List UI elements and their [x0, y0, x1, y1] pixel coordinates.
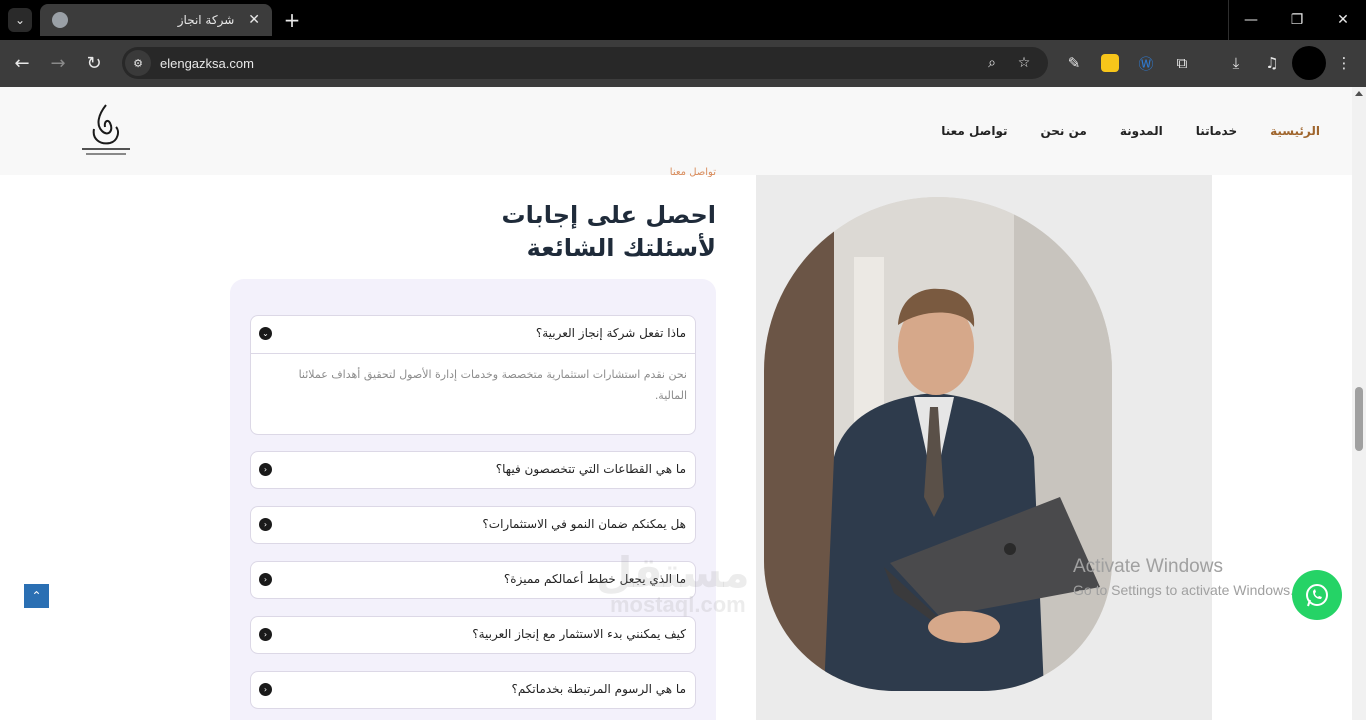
whatsapp-icon — [1306, 584, 1328, 607]
activate-windows-subtitle: Go to Settings to activate Windows. — [1073, 582, 1294, 598]
wordpress-extension-icon[interactable]: Ⓦ — [1134, 51, 1158, 75]
chevron-up-icon: ⌃ — [31, 589, 42, 603]
chevron-right-icon[interactable]: › — [259, 683, 272, 696]
new-tab-button[interactable]: + — [280, 8, 304, 32]
page-viewport: الرئيسية خدماتنا المدونة من نحن تواصل مع… — [0, 87, 1352, 720]
main-nav: الرئيسية خدماتنا المدونة من نحن تواصل مع… — [941, 124, 1320, 138]
forward-arrow-icon[interactable]: → — [45, 50, 71, 76]
address-bar[interactable]: ⚙ elengazksa.com ⌕ ☆ — [122, 47, 1048, 79]
chevron-right-icon[interactable]: › — [259, 518, 272, 531]
activate-windows-title: Activate Windows — [1073, 556, 1223, 577]
chevron-right-icon[interactable]: › — [259, 573, 272, 586]
faq-item-open[interactable]: ماذا تفعل شركة إنجاز العربية؟ ⌄ نحن نقدم… — [250, 315, 696, 435]
businessman-photo — [764, 197, 1112, 691]
whatsapp-button[interactable] — [1292, 570, 1342, 620]
close-window-button[interactable]: ✕ — [1320, 0, 1366, 40]
reload-icon[interactable]: ↻ — [81, 50, 107, 76]
zoom-icon[interactable]: ⌕ — [982, 53, 1002, 73]
site-info-icon[interactable]: ⚙ — [125, 50, 151, 76]
back-arrow-icon[interactable]: ← — [9, 50, 35, 76]
minimize-button[interactable]: — — [1228, 0, 1274, 40]
site-header: الرئيسية خدماتنا المدونة من نحن تواصل مع… — [0, 87, 1352, 175]
faq-item-header[interactable]: ماذا تفعل شركة إنجاز العربية؟ ⌄ — [251, 316, 695, 354]
mostaql-watermark-url: mostaql.com — [610, 592, 746, 617]
yellow-extension-icon[interactable] — [1098, 51, 1122, 75]
chevron-right-icon[interactable]: › — [259, 628, 272, 641]
download-icon[interactable]: ⤓ — [1224, 51, 1248, 75]
more-menu-icon[interactable]: ⋮ — [1332, 51, 1356, 75]
nav-blog[interactable]: المدونة — [1120, 124, 1163, 138]
faq-title-line-1: احصل على إجابات — [501, 201, 716, 229]
scroll-up-arrow-icon[interactable] — [1355, 91, 1363, 96]
faq-panel: ماذا تفعل شركة إنجاز العربية؟ ⌄ نحن نقدم… — [230, 279, 716, 720]
url-text[interactable]: elengazksa.com — [160, 56, 254, 71]
faq-answer: نحن نقدم استشارات استثمارية متخصصة وخدما… — [298, 368, 687, 402]
activate-windows-notice: Activate Windows Go to Settings to activ… — [1073, 556, 1294, 598]
globe-icon — [52, 12, 68, 28]
tab-title: شركة انجاز — [177, 13, 235, 27]
company-logo[interactable] — [78, 101, 134, 159]
browser-tabstrip: ⌄ شركة انجاز ✕ + — ❐ ✕ — [0, 0, 1366, 40]
bookmark-star-icon[interactable]: ☆ — [1014, 53, 1034, 73]
faq-section-title: احصل على إجابات لأسئلتك الشائعة — [296, 199, 716, 265]
pen-extension-icon[interactable]: ✎ — [1062, 51, 1086, 75]
section-tag: تواصل معنا — [669, 167, 716, 177]
faq-question: ما هي الرسوم المرتبطة بخدماتكم؟ — [511, 682, 686, 696]
faq-question: ماذا تفعل شركة إنجاز العربية؟ — [535, 326, 686, 340]
nav-services[interactable]: خدماتنا — [1196, 124, 1237, 138]
faq-item[interactable]: ما هي الرسوم المرتبطة بخدماتكم؟ › — [250, 671, 696, 709]
faq-item[interactable]: كيف يمكنني بدء الاستثمار مع إنجاز العربي… — [250, 616, 696, 654]
faq-question: كيف يمكنني بدء الاستثمار مع إنجاز العربي… — [472, 627, 686, 641]
faq-item[interactable]: هل يمكنكم ضمان النمو في الاستثمارات؟ › — [250, 506, 696, 544]
mostaql-watermark: مستقل — [596, 548, 750, 597]
profile-avatar[interactable] — [1292, 46, 1326, 80]
scroll-thumb[interactable] — [1355, 387, 1363, 451]
maximize-button[interactable]: ❐ — [1274, 0, 1320, 40]
faq-question: ما هي القطاعات التي تتخصصون فيها؟ — [495, 462, 686, 476]
nav-contact[interactable]: تواصل معنا — [941, 124, 1007, 138]
tab-close-icon[interactable]: ✕ — [248, 12, 260, 28]
extensions-puzzle-icon[interactable]: ⧉ — [1170, 51, 1194, 75]
chevron-right-icon[interactable]: › — [259, 463, 272, 476]
faq-question: هل يمكنكم ضمان النمو في الاستثمارات؟ — [482, 517, 686, 531]
page-scrollbar[interactable] — [1352, 87, 1366, 720]
nav-about[interactable]: من نحن — [1040, 124, 1086, 138]
browser-toolbar: ← → ↻ ⚙ elengazksa.com ⌕ ☆ — [0, 40, 1366, 87]
back-to-top-button[interactable]: ⌃ — [24, 584, 49, 608]
faq-title-line-2: لأسئلتك الشائعة — [526, 234, 716, 262]
nav-home[interactable]: الرئيسية — [1270, 124, 1320, 138]
media-control-icon[interactable]: ♫ — [1260, 51, 1284, 75]
tab-search-chevron-icon[interactable]: ⌄ — [8, 8, 32, 32]
browser-tab[interactable]: شركة انجاز ✕ — [40, 4, 272, 36]
faq-item[interactable]: ما هي القطاعات التي تتخصصون فيها؟ › — [250, 451, 696, 489]
chevron-down-icon[interactable]: ⌄ — [259, 327, 272, 340]
